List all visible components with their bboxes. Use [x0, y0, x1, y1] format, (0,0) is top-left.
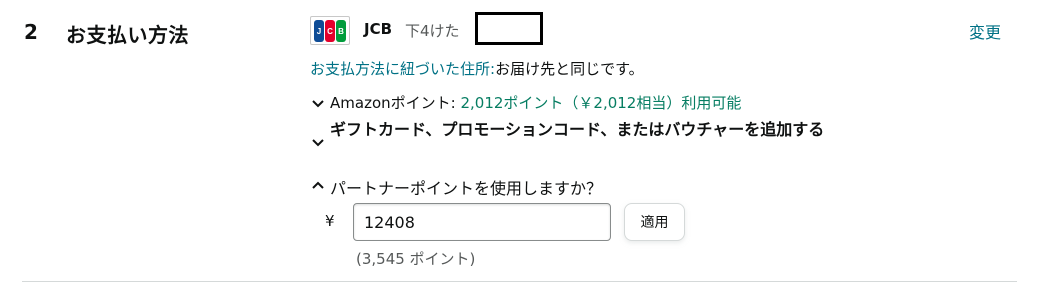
billing-address-label: お支払方法に紐づいた住所: [310, 60, 496, 78]
redacted-card-number [475, 12, 543, 45]
jcb-card-logo: J C B [310, 16, 350, 45]
points-equivalent-note: (3,545 ポイント) [356, 250, 476, 268]
step-number: 2 [24, 20, 38, 44]
svg-text:B: B [338, 27, 344, 36]
amazon-points-label: Amazonポイント: [330, 94, 456, 112]
section-title: お支払い方法 [66, 23, 189, 47]
apply-button[interactable]: 適用 [624, 203, 685, 241]
card-brand: JCB [364, 20, 393, 38]
section-divider [22, 281, 1017, 282]
billing-address-row: お支払方法に紐づいた住所:お届け先と同じです。 [310, 58, 644, 79]
svg-text:C: C [327, 27, 333, 36]
billing-address-value: お届け先と同じです。 [495, 60, 644, 78]
partner-points-input[interactable] [353, 203, 611, 241]
chevron-up-icon[interactable] [311, 178, 325, 192]
add-gift-card-toggle[interactable]: ギフトカード、プロモーションコード、またはバウチャーを追加する [330, 117, 860, 142]
partner-points-toggle[interactable]: パートナーポイントを使用しますか？ [330, 175, 602, 199]
amazon-points-value: 2,012ポイント（￥2,012相当）利用可能 [460, 94, 742, 112]
chevron-down-icon[interactable] [311, 97, 325, 111]
currency-symbol: ¥ [325, 212, 335, 230]
amazon-points-row[interactable]: Amazonポイント: 2,012ポイント（￥2,012相当）利用可能 [330, 92, 741, 113]
change-payment-link[interactable]: 変更 [969, 19, 1001, 43]
svg-text:J: J [317, 27, 321, 36]
card-last4-label: 下4けた [405, 22, 460, 40]
chevron-down-icon[interactable] [311, 136, 325, 150]
